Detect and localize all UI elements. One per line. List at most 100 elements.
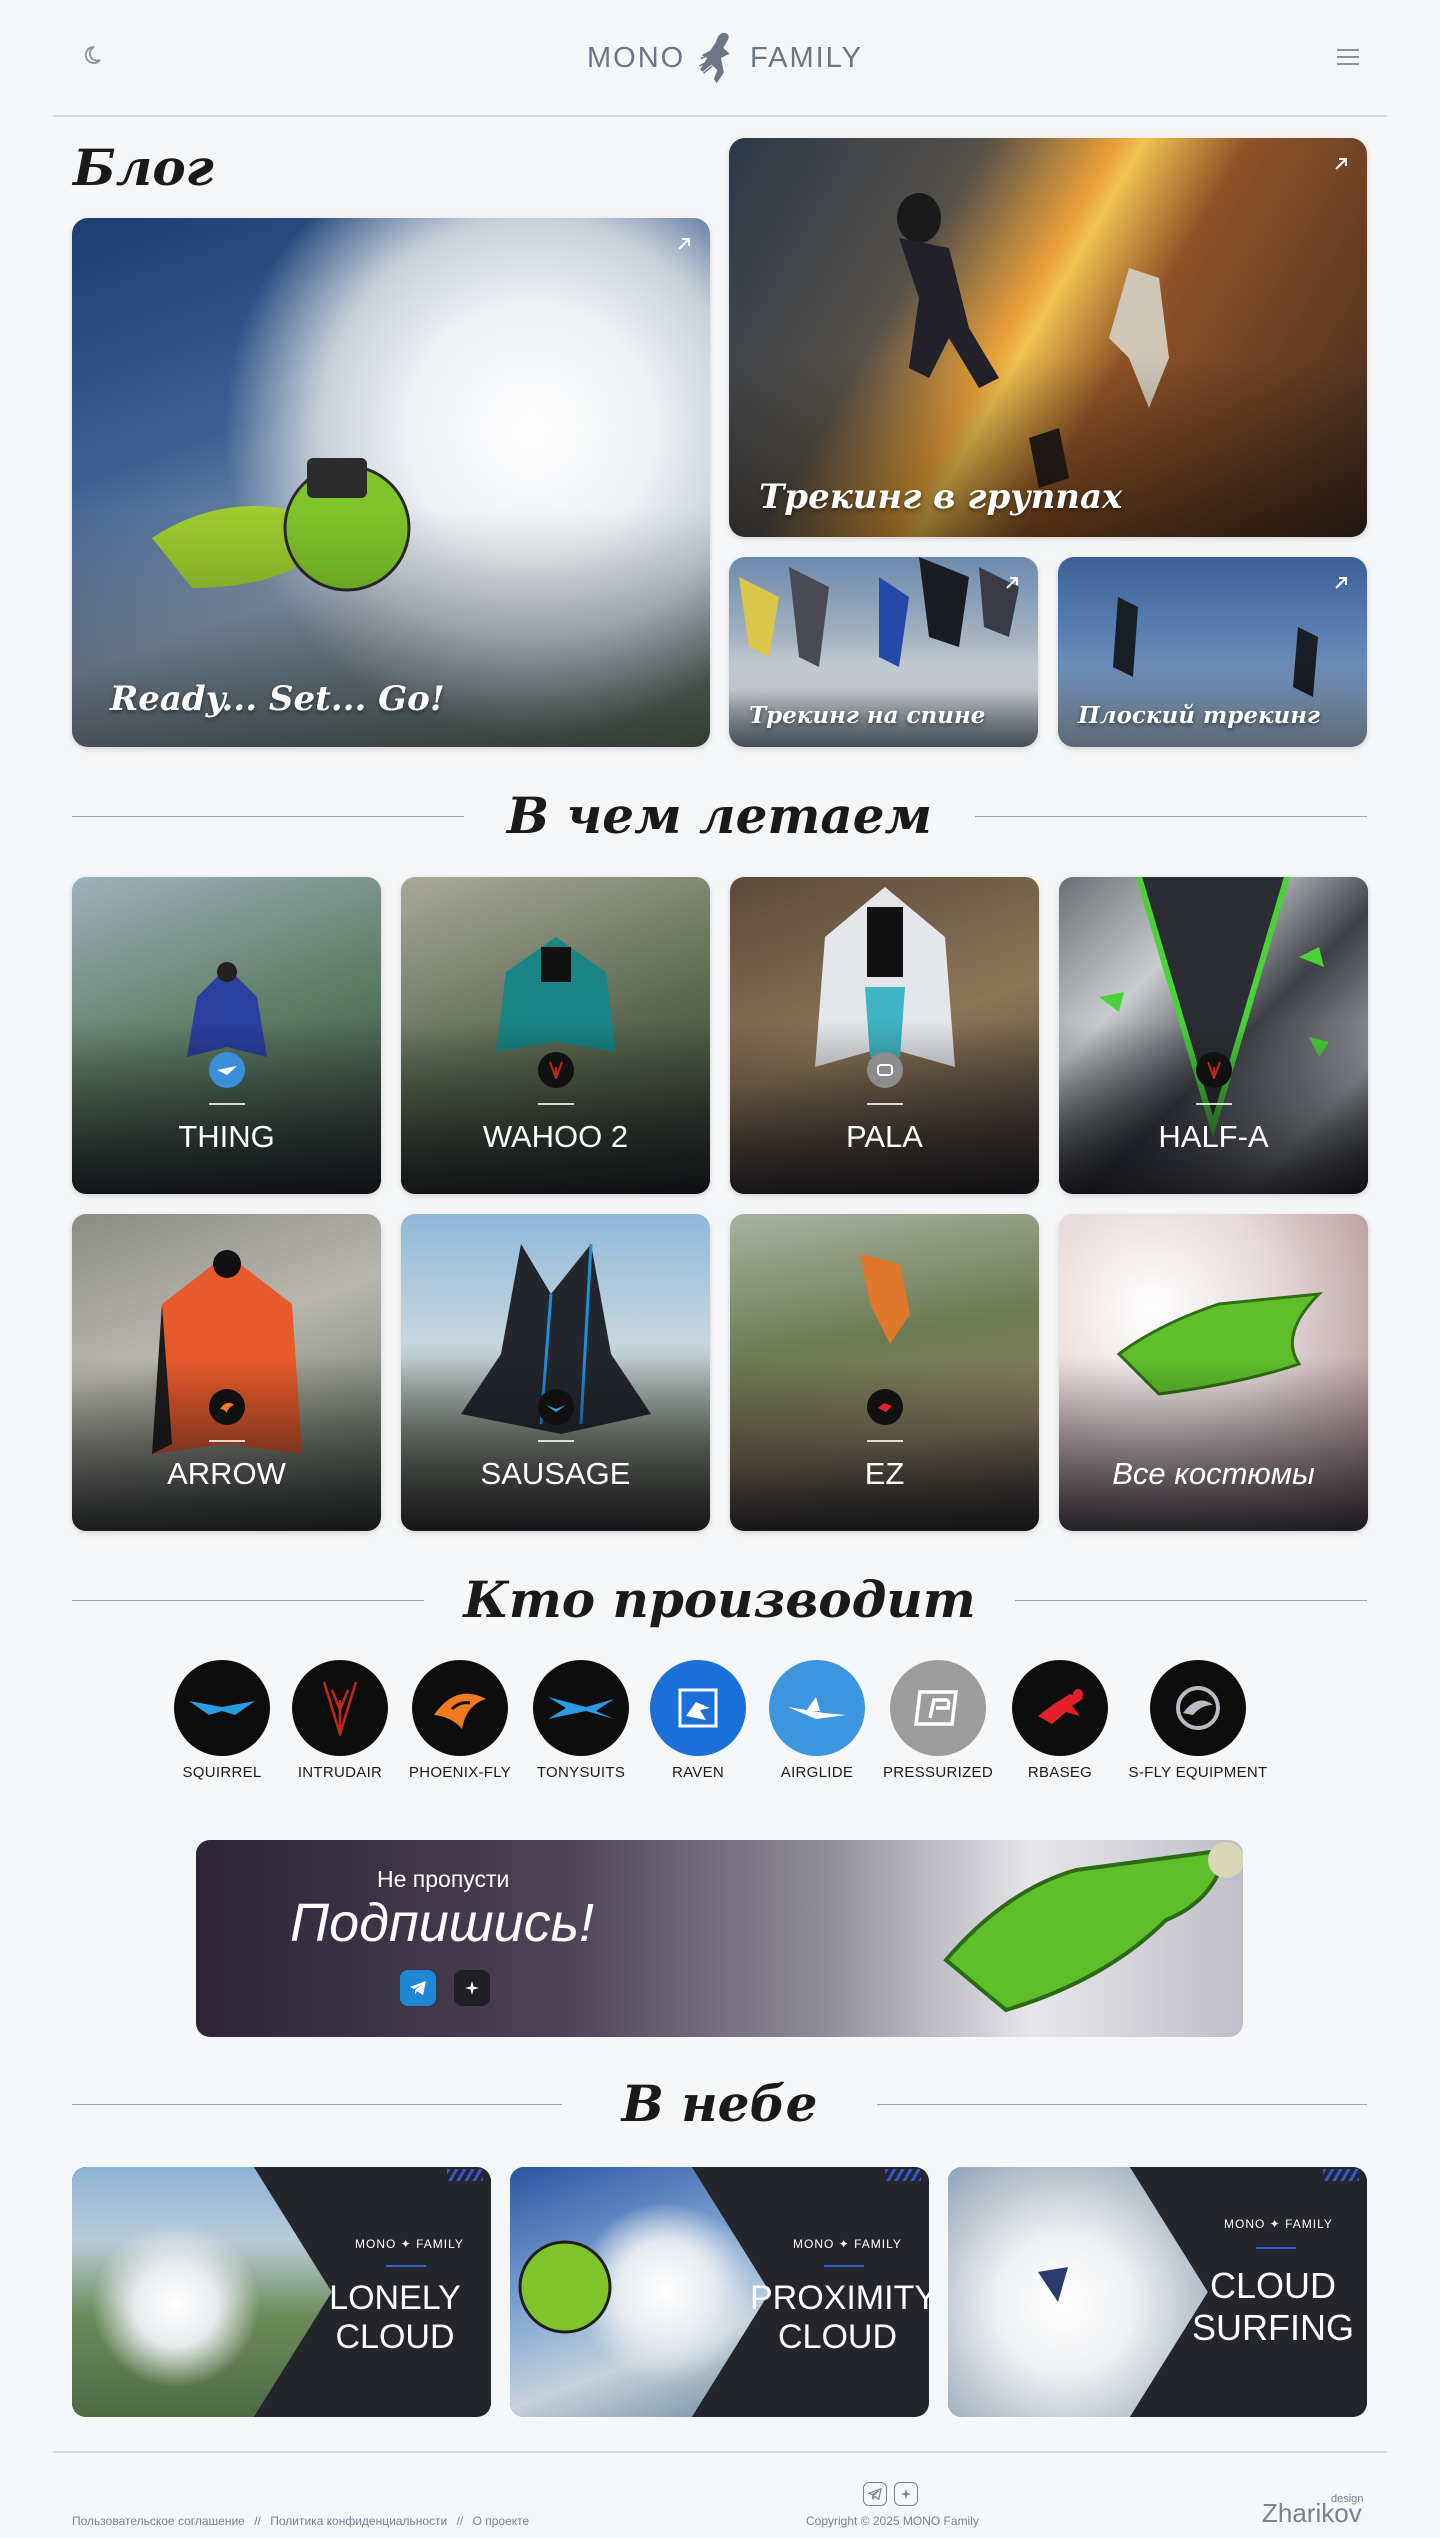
makers-section-heading: Кто производит — [72, 1570, 1367, 1630]
external-link-icon — [1335, 577, 1347, 589]
brand-label: PHOENIX-FLY — [408, 1764, 512, 1781]
external-link-icon — [678, 238, 690, 250]
suit-name: SAUSAGE — [480, 1456, 631, 1491]
wingsuit-logo-icon — [699, 32, 730, 84]
brand-airglide[interactable]: AIRGLIDE — [758, 1660, 876, 1781]
squirrel-logo-icon — [189, 1701, 255, 1715]
designer-credit-sup: design — [1331, 2493, 1364, 2505]
airglide-logo-icon — [788, 1697, 846, 1719]
site-header: MONO FAMILY — [53, 0, 1387, 117]
blog-card-group-tracking[interactable]: Трекинг в группах — [729, 138, 1367, 537]
suit-card-half-a[interactable]: HALF-A — [1059, 877, 1368, 1194]
brand-label: TONYSUITS — [536, 1764, 626, 1781]
brand-rbaseg[interactable]: RBASEG — [1001, 1660, 1119, 1781]
footer-telegram-icon[interactable] — [863, 2482, 887, 2506]
all-suits-link: Все костюмы — [1112, 1456, 1315, 1491]
makers-title: Кто производит — [463, 1570, 976, 1629]
video-brand-left: MONO — [793, 2237, 835, 2251]
site-logo[interactable]: MONO FAMILY — [587, 18, 863, 98]
suit-name: PALA — [846, 1119, 923, 1154]
brand-intrudair[interactable]: INTRUDAIR — [281, 1660, 399, 1781]
brand-badge-icon — [866, 1389, 903, 1425]
suit-image — [860, 1254, 910, 1344]
footer-divider — [53, 2451, 1387, 2453]
brand-raven[interactable]: RAVEN — [639, 1660, 757, 1781]
video-card-proximity-cloud[interactable]: MONO ✦ FAMILY PROXIMITY CLOUD — [510, 2167, 929, 2417]
brand-s-fly-equipment[interactable]: S-FLY EQUIPMENT — [1128, 1660, 1268, 1781]
video-brand-right: FAMILY — [854, 2237, 902, 2251]
brand-phoenix-fly[interactable]: PHOENIX-FLY — [401, 1660, 519, 1781]
suit-card-arrow[interactable]: ARROW — [72, 1214, 381, 1531]
video-card-lonely-cloud[interactable]: MONO ✦ FAMILY LONELY CLOUD — [72, 2167, 491, 2417]
sky-section-heading: В небе — [72, 2074, 1367, 2134]
sparkle-social-icon[interactable] — [454, 1970, 490, 2006]
suit-name: THING — [178, 1119, 275, 1154]
brand-label: SQUIRREL — [182, 1764, 262, 1781]
subscribe-title: Подпишись! — [290, 1893, 595, 1953]
suit-name: WAHOO 2 — [482, 1119, 629, 1154]
s-fly-logo-icon — [1176, 1686, 1220, 1730]
suit-card-all-suits[interactable]: Все костюмы — [1059, 1214, 1368, 1531]
moon-icon[interactable] — [79, 44, 103, 68]
blog-title: Блог — [73, 138, 214, 197]
wingsuit-flyer-image — [1038, 2267, 1068, 2302]
page: MONO FAMILY Блог Ready... Set... Go! Тре… — [0, 0, 1440, 2538]
suit-card-thing[interactable]: THING — [72, 877, 381, 1194]
intrudair-logo-icon — [322, 1681, 358, 1736]
video-brand-right: FAMILY — [1285, 2217, 1333, 2231]
brand-badge-icon — [866, 1052, 903, 1088]
suit-name: HALF-A — [1158, 1119, 1269, 1154]
suit-card-ez[interactable]: EZ — [730, 1214, 1039, 1531]
blog-card-flat-tracking[interactable]: Плоский трекинг — [1058, 557, 1367, 747]
video-brand-right: FAMILY — [416, 2237, 464, 2251]
footer-link-privacy[interactable]: Политика конфиденциальности — [270, 2514, 447, 2528]
blog-card-caption: Трекинг в группах — [759, 477, 1123, 517]
video-brand-left: MONO — [355, 2237, 397, 2251]
suit-name: ARROW — [167, 1456, 286, 1491]
footer-link-terms[interactable]: Пользовательское соглашение — [72, 2514, 245, 2528]
brand-badge-icon — [1195, 1052, 1232, 1088]
logo-text-right: FAMILY — [750, 41, 863, 74]
blog-card-caption: Трекинг на спине — [749, 702, 986, 729]
hamburger-icon[interactable] — [1337, 49, 1359, 65]
pressurized-logo-icon — [914, 1690, 958, 1726]
telegram-icon[interactable] — [400, 1970, 436, 2006]
footer-links: Пользовательское соглашение // Политика … — [72, 2514, 535, 2528]
external-link-icon — [1006, 577, 1018, 589]
brand-tonysuits[interactable]: TONYSUITS — [522, 1660, 640, 1781]
video-brand-left: MONO — [1224, 2217, 1266, 2231]
suit-name: EZ — [864, 1456, 905, 1491]
brand-label: INTRUDAIR — [297, 1764, 383, 1781]
suits-section-heading: В чем летаем — [72, 786, 1367, 846]
brand-squirrel[interactable]: SQUIRREL — [163, 1660, 281, 1781]
footer-sparkle-icon[interactable] — [894, 2482, 918, 2506]
brand-label: PRESSURIZED — [883, 1764, 993, 1781]
brand-badge-icon — [537, 1389, 574, 1425]
blog-card-ready-set-go[interactable]: Ready... Set... Go! — [72, 218, 710, 747]
video-title-line1: CLOUD — [1209, 2265, 1337, 2306]
brand-badge-icon — [208, 1052, 245, 1088]
brand-badge-icon — [537, 1052, 574, 1088]
external-link-icon — [1335, 158, 1347, 170]
video-card-cloud-surfing[interactable]: MONO ✦ FAMILY CLOUD SURFING — [948, 2167, 1367, 2417]
brand-badge-icon — [208, 1389, 245, 1425]
footer-separator: // — [456, 2514, 464, 2528]
suit-card-sausage[interactable]: SAUSAGE — [401, 1214, 710, 1531]
blog-card-back-tracking[interactable]: Трекинг на спине — [729, 557, 1038, 747]
phoenix-fly-logo-icon — [434, 1693, 486, 1729]
wingsuit-image — [518, 2240, 612, 2334]
tonysuits-logo-icon — [548, 1697, 614, 1719]
brand-label: RBASEG — [1027, 1764, 1093, 1781]
suit-card-pala[interactable]: PALA — [730, 877, 1039, 1194]
video-title-line1: PROXIMITY — [750, 2279, 929, 2317]
video-title-line2: CLOUD — [777, 2318, 898, 2356]
sky-title: В небе — [621, 2074, 818, 2133]
brand-pressurized[interactable]: PRESSURIZED — [879, 1660, 997, 1781]
video-title-line1: LONELY — [329, 2279, 461, 2317]
brand-label: RAVEN — [671, 1764, 725, 1781]
footer-link-about[interactable]: О проекте — [473, 2514, 530, 2528]
blog-card-caption: Ready... Set... Go! — [110, 679, 445, 719]
suit-card-wahoo-2[interactable]: WAHOO 2 — [401, 877, 710, 1194]
suits-title: В чем летаем — [506, 786, 933, 845]
logo-text-left: MONO — [587, 41, 686, 74]
